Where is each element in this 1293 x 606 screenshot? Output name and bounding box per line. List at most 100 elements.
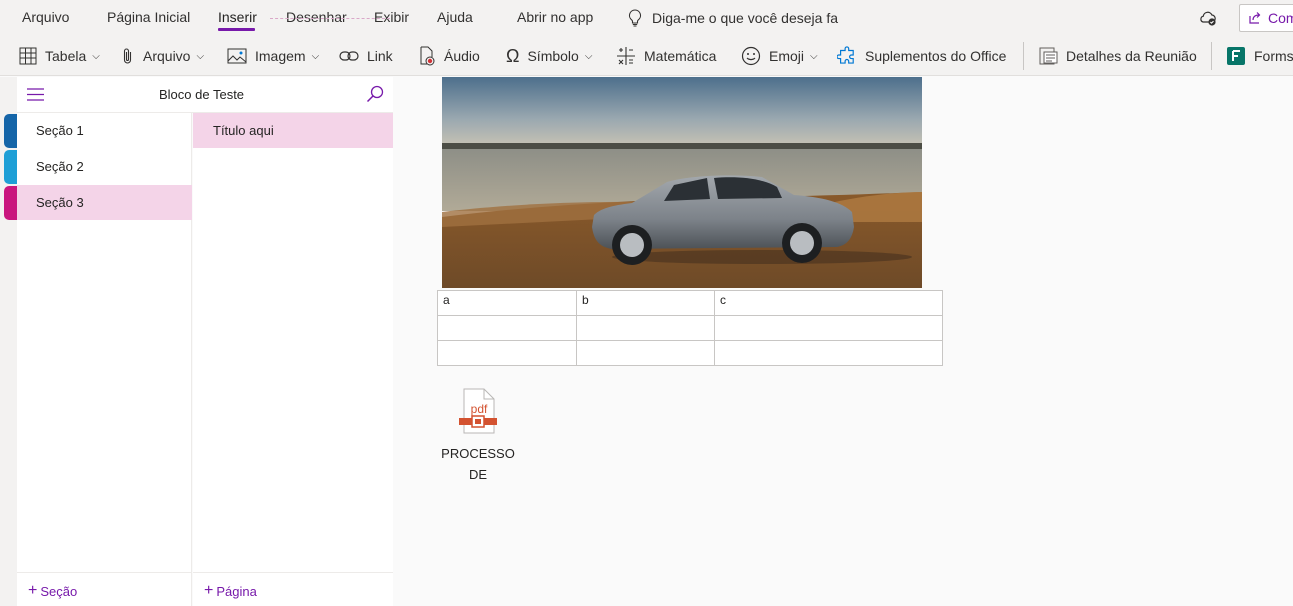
section-item-2[interactable]: Seção 2	[17, 149, 192, 184]
image-label: Imagem	[255, 48, 306, 64]
menu-inserir[interactable]: Inserir	[218, 9, 257, 25]
audio-button[interactable]: Áudio	[418, 36, 480, 76]
pdf-attachment[interactable]: pdf PROCESSO DE	[438, 388, 518, 485]
share-label: Com	[1268, 10, 1293, 26]
menu-arquivo[interactable]: Arquivo	[22, 9, 69, 25]
page-footer-divider	[193, 572, 393, 573]
section-color-tab-2	[4, 150, 17, 184]
sync-cloud-icon[interactable]	[1198, 8, 1218, 28]
section-color-tab-3	[4, 186, 17, 220]
attachment-name: PROCESSO DE	[438, 443, 518, 485]
table-icon	[19, 47, 37, 65]
symbol-button[interactable]: Ω Símbolo ⌵	[506, 36, 592, 76]
menu-exibir[interactable]: Exibir	[374, 9, 409, 25]
math-button[interactable]: Matemática	[616, 36, 716, 76]
attachment-name-line2: DE	[468, 467, 488, 482]
menu-pagina-inicial[interactable]: Página Inicial	[107, 9, 190, 25]
add-section-button[interactable]: + Seção	[28, 583, 77, 599]
table-cell[interactable]	[437, 315, 577, 341]
add-page-label: Página	[216, 583, 257, 599]
emoji-icon	[741, 46, 761, 66]
menu-ajuda[interactable]: Ajuda	[437, 9, 473, 25]
section-item-3[interactable]: Seção 3	[17, 185, 192, 220]
emoji-button[interactable]: Emoji ⌵	[741, 36, 818, 76]
page-item[interactable]: Título aqui	[193, 113, 393, 148]
symbol-label: Símbolo	[527, 48, 579, 64]
forms-label: Forms	[1254, 48, 1293, 64]
link-label: Link	[367, 48, 393, 64]
file-label: Arquivo	[143, 48, 191, 64]
ribbon-divider	[1023, 42, 1024, 70]
share-icon	[1249, 12, 1261, 24]
chevron-down-icon: ⌵	[810, 50, 818, 62]
section-label: Seção 1	[36, 123, 84, 138]
lightbulb-icon	[628, 9, 642, 27]
section-item-1[interactable]: Seção 1	[17, 113, 192, 148]
add-page-button[interactable]: + Página	[204, 583, 257, 599]
link-button[interactable]: Link	[339, 36, 393, 76]
section-list: Seção 1 Seção 2 Seção 3	[17, 113, 192, 606]
tell-me-text: Diga-me o que você deseja fa	[652, 10, 838, 26]
chevron-down-icon: ⌵	[196, 50, 205, 62]
attach-file-button[interactable]: Arquivo ⌵	[121, 36, 204, 76]
pdf-label: pdf	[471, 402, 488, 416]
meeting-label: Detalhes da Reunião	[1066, 48, 1197, 64]
notebook-name[interactable]: Bloco de Teste	[159, 87, 244, 102]
car-photo[interactable]	[442, 77, 922, 288]
table-row	[437, 315, 943, 341]
forms-button[interactable]: Forms	[1226, 36, 1293, 76]
section-footer-divider	[17, 572, 192, 573]
add-section-label: Seção	[40, 583, 78, 599]
table-cell[interactable]: b	[576, 290, 715, 316]
addins-label: Suplementos do Office	[865, 48, 1007, 64]
chevron-down-icon: ⌵	[584, 50, 593, 62]
math-label: Matemática	[644, 48, 717, 64]
omega-icon: Ω	[506, 45, 520, 66]
table-button[interactable]: Tabela ⌵	[19, 36, 100, 76]
table-cell[interactable]: c	[714, 290, 943, 316]
meeting-details-icon	[1039, 47, 1058, 65]
tell-me-search[interactable]: Diga-me o que você deseja fa	[628, 9, 838, 27]
page-label: Título aqui	[213, 123, 274, 138]
table-cell[interactable]	[714, 315, 943, 341]
table-cell[interactable]	[576, 340, 715, 366]
hamburger-menu-icon[interactable]	[27, 88, 44, 101]
share-button[interactable]: Com	[1239, 4, 1293, 32]
page-list: Título aqui	[193, 113, 393, 606]
table-cell[interactable]: a	[437, 290, 577, 316]
table-label: Tabela	[45, 48, 87, 64]
plus-icon: +	[28, 582, 38, 599]
menu-desenhar[interactable]: Desenhar	[286, 9, 347, 25]
open-in-app-button[interactable]: Abrir no app	[517, 9, 593, 25]
forms-icon	[1227, 47, 1245, 65]
insert-ribbon: Tabela ⌵ Arquivo ⌵ Imagem ⌵ Link Áudio Ω…	[0, 36, 1293, 76]
office-addins-button[interactable]: Suplementos do Office	[837, 36, 1006, 76]
table-cell[interactable]	[714, 340, 943, 366]
meeting-details-button[interactable]: Detalhes da Reunião	[1038, 36, 1197, 76]
math-icon	[617, 47, 635, 65]
section-label: Seção 2	[36, 159, 84, 174]
table-row: a b c	[437, 290, 943, 316]
table-cell[interactable]	[437, 340, 577, 366]
paperclip-icon	[123, 48, 132, 64]
section-color-tab-1	[4, 114, 17, 148]
table-row	[437, 340, 943, 366]
audio-record-icon	[420, 46, 435, 66]
image-icon	[227, 48, 247, 64]
link-icon	[339, 51, 359, 61]
attachment-name-line1: PROCESSO	[441, 446, 515, 461]
content-table[interactable]: a b c	[437, 290, 943, 366]
table-cell[interactable]	[576, 315, 715, 341]
chevron-down-icon: ⌵	[311, 50, 320, 62]
active-tab-indicator	[218, 28, 255, 31]
chevron-down-icon: ⌵	[92, 50, 100, 62]
search-icon[interactable]	[366, 85, 384, 103]
section-label: Seção 3	[36, 195, 84, 210]
pdf-file-icon: pdf	[459, 388, 497, 434]
plus-icon: +	[204, 582, 214, 599]
addins-icon	[837, 46, 854, 64]
image-button[interactable]: Imagem ⌵	[227, 36, 319, 76]
menu-bar: Arquivo Página Inicial Inserir Desenhar …	[0, 0, 1293, 36]
notebook-header: Bloco de Teste	[17, 77, 393, 113]
audio-label: Áudio	[444, 48, 480, 64]
